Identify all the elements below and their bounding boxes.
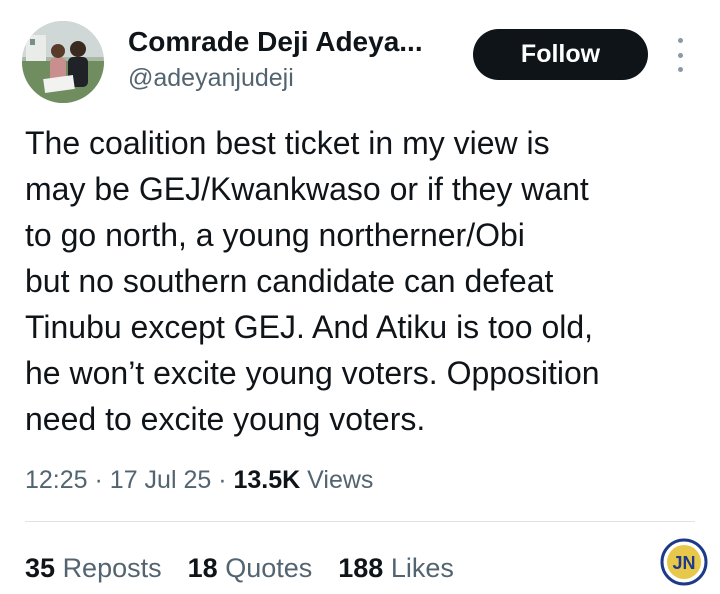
tweet-line: need to excite young voters.	[25, 401, 426, 437]
quotes-label: Quotes	[225, 553, 313, 583]
reposts-stat[interactable]: 35 Reposts	[25, 548, 162, 588]
avatar-photo	[22, 21, 104, 103]
tweet-line: may be GEJ/Kwankwaso or if they want	[25, 171, 589, 207]
more-vertical-icon[interactable]	[670, 38, 690, 72]
tweet-date[interactable]: 17 Jul 25	[110, 466, 211, 494]
likes-count: 188	[338, 553, 384, 583]
tweet-meta: 12:25 · 17 Jul 25 · 13.5K Views	[25, 460, 373, 500]
tweet-line: he won’t excite young voters. Opposition	[25, 355, 600, 391]
tweet-line: Tinubu except GEJ. And Atiku is too old,	[25, 309, 594, 345]
likes-stat[interactable]: 188 Likes	[338, 548, 454, 588]
reposts-label: Reposts	[62, 553, 162, 583]
views-label: Views	[307, 466, 374, 494]
quotes-stat[interactable]: 18 Quotes	[188, 548, 313, 588]
tweet-header: Comrade Deji Adeya... @adeyanjudeji Foll…	[0, 0, 720, 110]
tweet-time[interactable]: 12:25	[25, 466, 88, 494]
jn-watermark-logo: JN	[660, 538, 708, 586]
meta-separator: ·	[94, 466, 103, 494]
follow-button[interactable]: Follow	[473, 29, 648, 80]
tweet-line: but no southern candidate can defeat	[25, 263, 554, 299]
views-count: 13.5K	[233, 466, 301, 494]
likes-label: Likes	[390, 553, 454, 583]
author-handle[interactable]: @adeyanjudeji	[128, 62, 294, 94]
divider	[25, 521, 695, 522]
meta-separator: ·	[218, 466, 227, 494]
more-dot	[677, 52, 683, 58]
tweet-line: to go north, a young northerner/Obi	[25, 217, 525, 253]
tweet-text: The coalition best ticket in my view is …	[25, 120, 715, 442]
jn-logo-icon: JN	[660, 538, 708, 586]
more-dot	[677, 38, 683, 43]
engagement-stats: 35 Reposts 18 Quotes 188 Likes	[25, 548, 454, 588]
author-display-name[interactable]: Comrade Deji Adeya...	[128, 24, 423, 60]
jn-logo-text: JN	[672, 553, 695, 573]
tweet-line: The coalition best ticket in my view is	[25, 125, 550, 161]
reposts-count: 35	[25, 553, 56, 583]
avatar[interactable]	[22, 21, 104, 103]
quotes-count: 18	[187, 553, 218, 583]
more-dot	[677, 67, 683, 72]
